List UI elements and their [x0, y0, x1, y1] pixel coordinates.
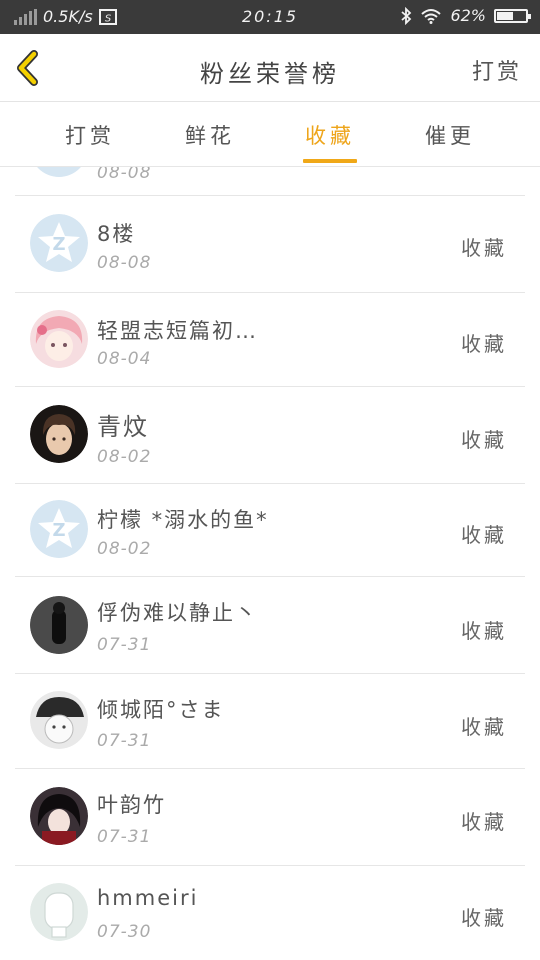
tab-bar: 打赏 鲜花 收藏 催更 [0, 102, 540, 167]
list-item[interactable]: 叶韵竹 07-31 收藏 [15, 769, 525, 866]
list-item[interactable]: 轻盟志短篇初… 08-04 收藏 [15, 293, 525, 387]
white-avatar-icon [30, 883, 88, 941]
list-item[interactable]: Z 柠檬 *溺水的鱼* 08-02 收藏 [15, 484, 525, 577]
item-name: 俘伪难以静止丶 [97, 601, 258, 625]
item-date: 08-08 [97, 167, 152, 183]
list-item[interactable]: 倾城陌°さま 07-31 收藏 [15, 674, 525, 769]
default-avatar-icon: Z [30, 214, 88, 272]
wifi-icon [421, 8, 442, 24]
list-item[interactable]: 俘伪难以静止丶 07-31 收藏 [15, 577, 525, 674]
header-bar: 粉丝荣誉榜 打赏 [0, 34, 540, 102]
item-date: 08-02 [97, 539, 152, 559]
item-name: 柠檬 *溺水的鱼* [97, 508, 269, 532]
item-date: 08-08 [97, 253, 152, 273]
anime-girl-avatar-icon [30, 310, 88, 368]
item-name: 叶韵竹 [97, 793, 166, 817]
item-status: 收藏 [461, 810, 507, 834]
item-date: 08-04 [97, 349, 152, 369]
default-avatar-icon [30, 167, 88, 177]
status-bar: 0.5K/s S 20:15 62% [0, 0, 540, 34]
battery-fill [497, 11, 514, 20]
bluetooth-icon [401, 6, 412, 25]
list-item[interactable]: Z 8楼 08-08 收藏 [15, 196, 525, 293]
svg-text:Z: Z [52, 234, 65, 255]
item-status: 收藏 [461, 428, 507, 452]
item-name: 8楼 [97, 222, 136, 246]
item-status: 收藏 [461, 906, 507, 930]
tab-favorites[interactable]: 收藏 [270, 120, 390, 150]
item-status: 收藏 [461, 523, 507, 547]
tab-urge-update[interactable]: 催更 [390, 120, 510, 150]
item-status: 收藏 [461, 332, 507, 356]
item-name: 青炆 [97, 413, 149, 441]
default-avatar-icon: Z [30, 500, 88, 558]
item-date: 07-31 [97, 635, 152, 655]
page-title: 粉丝荣誉榜 [200, 60, 340, 88]
list-item[interactable]: hmmeiri 07-30 收藏 [15, 866, 525, 960]
tab-flowers[interactable]: 鲜花 [150, 120, 270, 150]
list-item[interactable]: 08-08 [15, 167, 525, 196]
reward-button[interactable]: 打赏 [472, 54, 522, 86]
item-date: 07-31 [97, 827, 152, 847]
item-name: 倾城陌°さま [97, 698, 225, 722]
item-name: hmmeiri [97, 886, 199, 910]
item-name: 轻盟志短篇初… [97, 319, 258, 343]
active-tab-indicator [303, 159, 357, 163]
boy-avatar-icon [30, 405, 88, 463]
battery-icon [494, 8, 531, 23]
item-date: 07-30 [97, 922, 152, 942]
item-date: 07-31 [97, 731, 152, 751]
battery-percent: 62% [450, 6, 486, 25]
tab-reward[interactable]: 打赏 [30, 120, 150, 150]
svg-text:Z: Z [52, 520, 65, 541]
item-status: 收藏 [461, 619, 507, 643]
anime-cap-avatar-icon [30, 691, 88, 749]
item-status: 收藏 [461, 236, 507, 260]
fan-list[interactable]: 08-08 Z 8楼 08-08 收藏 轻盟志短篇初… 08-04 收藏 青炆 … [0, 167, 540, 960]
dark-figure-avatar-icon [30, 596, 88, 654]
anime-dark-avatar-icon [30, 787, 88, 845]
item-status: 收藏 [461, 715, 507, 739]
list-item[interactable]: 青炆 08-02 收藏 [15, 387, 525, 484]
item-date: 08-02 [97, 447, 152, 467]
